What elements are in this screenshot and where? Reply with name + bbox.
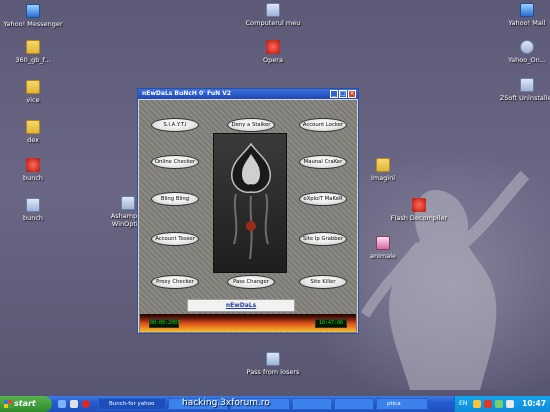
tray-icon[interactable] (484, 400, 492, 408)
desktop-icon-yahoo-messenger[interactable]: Yahoo! Messenger (0, 4, 66, 28)
start-button[interactable]: start (0, 396, 52, 412)
computer-icon (266, 3, 280, 17)
file-icon (26, 158, 40, 172)
app-icon (520, 78, 534, 92)
desktop-icon-label: ZSoft Uninstaller (499, 94, 550, 102)
taskbar-item[interactable] (292, 398, 332, 410)
desktop-icon-label: Yahoo! Messenger (3, 20, 63, 28)
flame-logo-icon (231, 142, 271, 260)
account-tosser-button[interactable]: Account Tosser (151, 232, 199, 246)
desktop-icon-vice[interactable]: vice (0, 80, 66, 104)
desktop-icon-computer[interactable]: Computerul meu (240, 3, 306, 27)
start-label: start (14, 399, 36, 408)
author-sign-bar: nEwDaLs (187, 299, 295, 312)
desktop-icon-label: Pass from losers (246, 368, 300, 376)
system-tray: EN 10:47 (454, 396, 550, 412)
flame-logo-panel (213, 133, 287, 273)
taskbar-item-optica[interactable]: ptica (376, 398, 428, 410)
minimize-button[interactable]: _ (330, 90, 338, 98)
app-window: nEwDaLs BuNcH 0' FuN V2 _ □ × S.I.A.Y.T.… (137, 88, 359, 334)
taskbar: start Bunch-for yahoo ptica EN 10:47 (0, 396, 550, 412)
desktop-icon-bunch-audio[interactable]: bunch (0, 198, 66, 222)
quick-launch-ie-icon[interactable] (58, 400, 66, 408)
folder-icon (26, 40, 40, 54)
cd-icon (520, 40, 534, 54)
desktop-icon-label: Opera (263, 56, 283, 64)
app-icon (121, 196, 135, 210)
flash-icon (412, 198, 426, 212)
desktop-icon-zsoft[interactable]: ZSoft Uninstaller (494, 78, 550, 102)
account-locker-button[interactable]: Account Locker (299, 118, 347, 132)
quick-launch-desktop-icon[interactable] (70, 400, 78, 408)
desktop-icon-360gb[interactable]: 360_gb_f... (0, 40, 66, 64)
desktop-icon-flash-decompiler[interactable]: Flash Decompiler (386, 198, 452, 222)
desktop-icon-label: bunch (22, 174, 44, 182)
site-ip-grabber-button[interactable]: Site Ip Grabber (299, 232, 347, 246)
desktop-icon-label: Yahoo_On... (508, 56, 546, 64)
text-file-icon (266, 352, 280, 366)
pass-changer-button[interactable]: Pass Changer (227, 275, 275, 289)
maximize-button[interactable]: □ (339, 90, 347, 98)
opera-icon (266, 40, 280, 54)
folder-icon (26, 80, 40, 94)
desktop-icon-imagini[interactable]: Imagini (350, 158, 416, 182)
close-button[interactable]: × (348, 90, 356, 98)
deny-stalker-button[interactable]: Deny a Stalker (227, 118, 275, 132)
desktop-icon-label: Flash Decompiler (390, 214, 448, 222)
watermark-text: hacking.3xforum.ro (182, 398, 270, 408)
proxy-checker-button[interactable]: Proxy Checker (151, 275, 199, 289)
window-title[interactable]: nEwDaLs BuNcH 0' FuN V2 (138, 89, 358, 99)
desktop-icon-label: bunch (22, 214, 44, 222)
folder-icon (376, 158, 390, 172)
desktop-icon-animale[interactable]: animale (350, 236, 416, 260)
taskbar-item[interactable] (334, 398, 374, 410)
desktop-icon-label: vice (26, 96, 40, 104)
author-sign-text[interactable]: nEwDaLs (226, 302, 256, 309)
desktop-icon-label: Imagini (370, 174, 396, 182)
taskbar-item-bunch[interactable]: Bunch-for yahoo (98, 398, 166, 410)
folder-icon (26, 120, 40, 134)
yahoo-mail-icon (520, 3, 534, 17)
desktop-icon-bunch[interactable]: bunch (0, 158, 66, 182)
windows-logo-icon (4, 400, 12, 408)
volume-icon[interactable] (506, 400, 514, 408)
tray-icon[interactable] (495, 400, 503, 408)
site-killer-button[interactable]: Site Killer (299, 275, 347, 289)
image-icon (376, 236, 390, 250)
siayti-button[interactable]: S.I.A.Y.T.I (151, 118, 199, 132)
desktop-icon-yahoo-mail[interactable]: Yahoo! Mail (494, 3, 550, 27)
online-checker-button[interactable]: Online Checker (151, 155, 199, 169)
desktop-icon-label: Yahoo! Mail (508, 19, 546, 27)
desktop-icon-opera[interactable]: Opera (240, 40, 306, 64)
language-indicator[interactable]: EN (459, 396, 467, 412)
desktop-icon-label: 360_gb_f... (15, 56, 51, 64)
desktop-icon-label: animale (369, 252, 397, 260)
window-body: S.I.A.Y.T.I Online Checker Bling Bling A… (139, 100, 357, 333)
desktop-icon-pass-from-losers[interactable]: Pass from losers (240, 352, 306, 376)
tray-icon[interactable] (473, 400, 481, 408)
audio-file-icon (26, 198, 40, 212)
window-controls: _ □ × (330, 90, 356, 98)
desktop-icon-yahoo-on[interactable]: Yahoo_On... (494, 40, 550, 64)
exploit-maker-button[interactable]: eXploiT MaKeR (299, 192, 347, 206)
spiderman-wallpaper-figure (360, 170, 530, 390)
desktop-icon-label: Computerul meu (245, 19, 301, 27)
clock[interactable]: 10:47 (522, 396, 546, 412)
manual-cracker-button[interactable]: Maunal CraKer (299, 155, 347, 169)
yahoo-messenger-icon (26, 4, 40, 18)
desktop-icon-dex[interactable]: dex (0, 120, 66, 144)
lcd-date-display: 00:00:2007 (149, 319, 181, 328)
bling-bling-button[interactable]: Bling Bling (151, 192, 199, 206)
quick-launch-opera-icon[interactable] (82, 400, 90, 408)
lcd-clock-display: 10:47:06 (315, 319, 347, 328)
desktop-icon-label: dex (27, 136, 39, 144)
